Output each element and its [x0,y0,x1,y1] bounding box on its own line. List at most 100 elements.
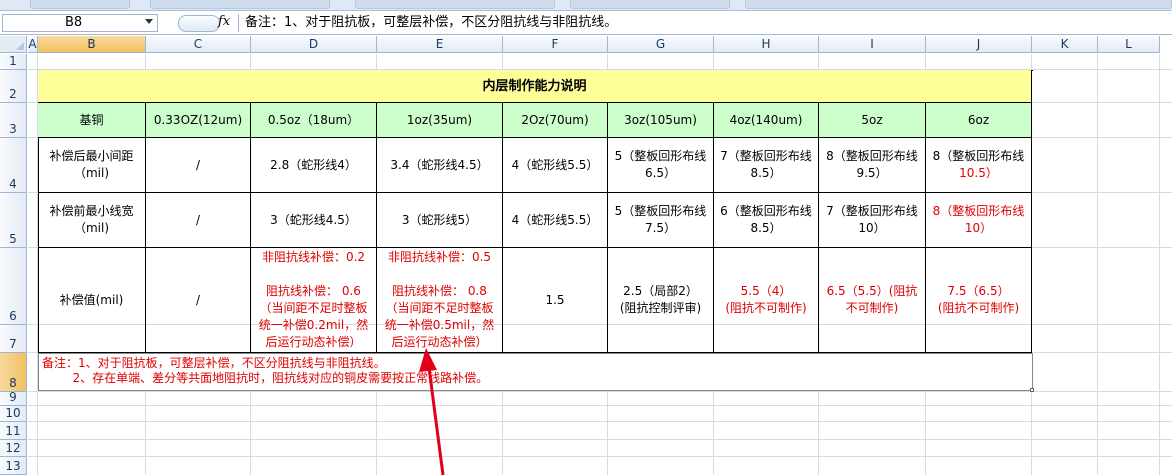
comp-value-2oz: 1.5 [503,248,608,353]
row-header-10[interactable]: 10 [0,406,27,422]
chevron-down-icon[interactable] [145,19,153,24]
min-width-value-text: 7（整板回形布线 10） [826,204,918,235]
header-2Oz(70um): 2Oz(70um) [503,103,608,138]
column-header-E[interactable]: E [377,36,503,53]
column-header-F[interactable]: F [503,36,608,53]
formula-expand-icon[interactable] [178,15,220,32]
comp-value-5oz: 6.5（5.5）(阻抗 不可制作) [819,248,926,353]
min-width-value-text: 6（整板回形布线 8.5） [720,204,812,235]
row-header-9[interactable]: 9 [0,390,27,406]
label-min-spacing-text: 补偿后最小间距 （mil) [49,149,134,180]
min-spacing-value: 8（整板回形布线 9.5） [819,138,926,193]
header-0.33OZ(12um): 0.33OZ(12um) [146,103,251,138]
column-header-D[interactable]: D [251,36,377,53]
ribbon-group[interactable] [150,0,330,9]
comp-value-0.5oz-text: 非阻抗线补偿：0.2 阻抗线补偿： 0.6 （当间距不足时整板 统一补偿0.2mil… [258,250,369,349]
header-4oz(140um)-text: 4oz(140um) [729,112,803,127]
min-spacing-value: 5（整板回形布线 6.5） [608,138,714,193]
header-1oz(35um)-text: 1oz(35um) [406,112,473,127]
insert-function-button[interactable]: fx [178,14,236,32]
column-header-A[interactable]: A [28,36,38,53]
header-4oz(140um): 4oz(140um) [714,103,819,138]
row-header-5[interactable]: 5 [0,193,27,248]
header-6oz: 6oz [926,103,1032,138]
column-header-I[interactable]: I [819,36,926,53]
column-header-L[interactable]: L [1098,36,1160,53]
row-header-6[interactable]: 6 [0,248,27,325]
row-header-7[interactable]: 7 [0,325,27,353]
header-1oz(35um): 1oz(35um) [377,103,503,138]
row-header-1[interactable]: 1 [0,54,27,70]
header-0.5oz（18um）: 0.5oz（18um） [251,103,377,138]
column-header-H[interactable]: H [714,36,819,53]
comp-value-3oz-text: 2.5（局部2） (阻抗控制评审) [619,284,702,315]
label-min-width: 补偿前最小线宽 （mil) [38,193,146,248]
min-spacing-value-text: 2.8（蛇形线4） [270,157,357,172]
min-width-value: 3（蛇形线4.5） [251,193,377,248]
label-min-spacing: 补偿后最小间距 （mil) [38,138,146,193]
name-box-value: B8 [65,15,83,30]
select-all-corner[interactable] [0,36,27,53]
gridline [28,456,1172,457]
comp-value-4oz-text: 5.5（4） (阻抗不可制作) [725,284,807,315]
column-header-G[interactable]: G [608,36,714,53]
min-spacing-value-text: 7（整板回形布线 8.5） [720,149,812,180]
min-spacing-value: 4（蛇形线5.5） [503,138,608,193]
header-0.33OZ(12um)-text: 0.33OZ(12um) [153,112,243,127]
row-header-8[interactable]: 8 [0,353,27,392]
gridline [28,421,1172,422]
ribbon-group[interactable] [570,0,730,9]
min-width-value-6oz-text: 8（整板回形布线 10） [932,204,1025,235]
min-width-value-text: 5（整板回形布线 7.5） [614,204,707,235]
comp-value-4oz: 5.5（4） (阻抗不可制作) [714,248,819,353]
min-spacing-value: 7（整板回形布线 8.5） [714,138,819,193]
label-compensation-text: 补偿值(mil) [59,292,124,307]
min-width-value-6oz: 8（整板回形布线 10） [926,193,1032,248]
column-header-J[interactable]: J [926,36,1032,53]
header-基铜: 基铜 [38,103,146,138]
row-header-12[interactable]: 12 [0,440,27,457]
min-spacing-value-text: 8（整板回形布线 9.5） [826,149,918,180]
comp-value-6oz: 7.5（6.5） (阻抗不可制作) [926,248,1032,353]
gridline [28,405,1172,406]
min-width-value: 7（整板回形布线 10） [819,193,926,248]
row-header-3[interactable]: 3 [0,103,27,138]
formula-input[interactable]: 备注：1、对于阻抗板，可整层补偿，不区分阻抗线与非阻抗线。 [238,14,1172,32]
min-width-value-text: / [195,212,201,227]
header-3oz(105um)-text: 3oz(105um) [624,112,697,127]
comp-value-0.5oz: 非阻抗线补偿：0.2 阻抗线补偿： 0.6 （当间距不足时整板 统一补偿0.2mil… [251,248,377,353]
fx-icon[interactable]: fx [218,14,230,29]
ribbon-group[interactable] [355,0,555,9]
column-header-C[interactable]: C [146,36,251,53]
min-spacing-value-text: / [195,157,201,172]
gridline [1159,54,1160,475]
note-line-2: 2、存在单端、差分等共面地阻抗时，阻抗线对应的铜皮需要按正常线路补偿。 [42,371,489,385]
comp-value-0.33oz: / [146,248,251,353]
table-title: 内层制作能力说明 [38,70,1032,103]
min-spacing-value-6oz-text: 8（整板回形布线 10.5） [932,149,1025,180]
min-spacing-value-text: 3.4（蛇形线4.5） [390,157,489,172]
row-header-11[interactable]: 11 [0,422,27,440]
min-spacing-value: 3.4（蛇形线4.5） [377,138,503,193]
row-header-4[interactable]: 4 [0,138,27,193]
header-6oz-text: 6oz [967,112,990,127]
header-基铜-text: 基铜 [79,112,104,127]
min-width-value-text: 4（蛇形线5.5） [511,212,599,227]
ribbon-group[interactable] [745,0,1172,9]
label-compensation: 补偿值(mil) [38,248,146,353]
header-3oz(105um): 3oz(105um) [608,103,714,138]
row-header-2[interactable]: 2 [0,70,27,103]
resize-handle[interactable] [1030,388,1034,392]
row-header-13[interactable]: 13 [0,457,27,475]
header-2Oz(70um)-text: 2Oz(70um) [521,112,589,127]
name-box[interactable]: B8 [2,14,158,32]
note-textbox[interactable]: 备注：1、对于阻抗板，可整层补偿，不区分阻抗线与非阻抗线。 2、存在单端、差分等… [38,353,1033,391]
gridline [1097,54,1098,475]
column-header-B[interactable]: B [38,36,146,53]
comp-value-0.33oz-text: / [195,292,201,307]
ribbon-group[interactable] [30,0,130,9]
min-spacing-value-text: 4（蛇形线5.5） [511,157,599,172]
column-header-K[interactable]: K [1032,36,1098,53]
comp-value-2oz-text: 1.5 [545,292,565,307]
min-width-value: 3（蛇形线5） [377,193,503,248]
